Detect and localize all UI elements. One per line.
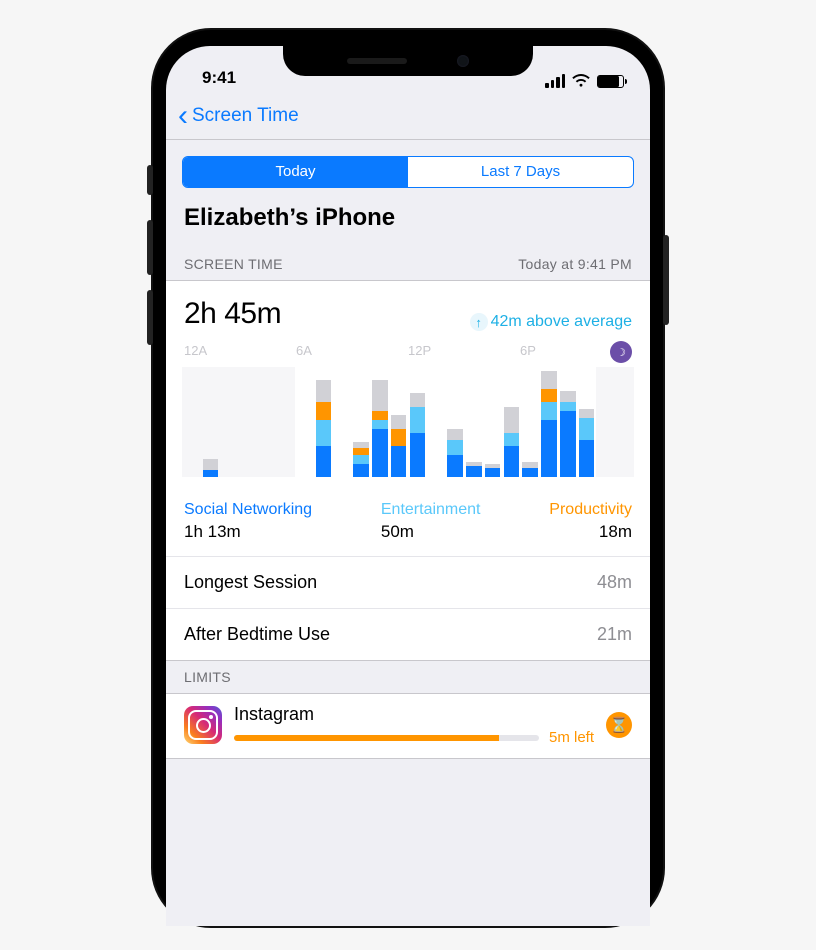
hour-bar bbox=[466, 367, 482, 477]
after-bedtime-label: After Bedtime Use bbox=[184, 624, 330, 645]
instagram-icon bbox=[184, 706, 222, 744]
bedtime-moon-icon: ☽ bbox=[610, 341, 632, 363]
power-button bbox=[663, 235, 669, 325]
device-name: Elizabeth’s iPhone bbox=[166, 200, 650, 248]
limit-app-name: Instagram bbox=[234, 704, 594, 725]
axis-tick: 6P bbox=[520, 343, 536, 358]
axis-tick: 6A bbox=[296, 343, 312, 358]
category-breakdown: Social Networking 1h 13m Entertainment 5… bbox=[166, 495, 650, 556]
notch bbox=[283, 46, 533, 76]
back-button[interactable]: ‹ Screen Time bbox=[178, 101, 299, 131]
after-bedtime-row[interactable]: After Bedtime Use 21m bbox=[166, 608, 650, 660]
hour-bar bbox=[579, 367, 595, 477]
hour-bar bbox=[334, 367, 350, 477]
hour-bar bbox=[447, 367, 463, 477]
tab-today[interactable]: Today bbox=[183, 157, 408, 187]
total-screen-time: 2h 45m bbox=[184, 297, 281, 331]
mute-switch bbox=[147, 165, 153, 195]
hour-bar bbox=[222, 367, 238, 477]
hour-bar bbox=[203, 367, 219, 477]
after-bedtime-value: 21m bbox=[597, 624, 632, 645]
phone-frame: 9:41 ‹ Screen Time Today Last 7 Days Eli… bbox=[153, 30, 663, 926]
battery-icon bbox=[597, 75, 624, 88]
category-social-label: Social Networking bbox=[184, 501, 312, 519]
axis-tick: 12A bbox=[184, 343, 207, 358]
screen-time-label: Screen Time bbox=[184, 256, 283, 272]
hour-bar bbox=[391, 367, 407, 477]
hour-bar bbox=[316, 367, 332, 477]
hour-bar bbox=[598, 367, 614, 477]
axis-tick: 12P bbox=[408, 343, 431, 358]
chevron-left-icon: ‹ bbox=[178, 101, 188, 131]
delta-vs-average: ↑ 42m above average bbox=[470, 313, 632, 331]
hour-bar bbox=[259, 367, 275, 477]
cellular-icon bbox=[545, 74, 565, 88]
limits-section-header: Limits bbox=[166, 661, 650, 693]
screen: 9:41 ‹ Screen Time Today Last 7 Days Eli… bbox=[166, 46, 650, 926]
hour-bar bbox=[184, 367, 200, 477]
limit-remaining: 5m left bbox=[549, 729, 594, 746]
hour-bar bbox=[522, 367, 538, 477]
longest-session-row[interactable]: Longest Session 48m bbox=[166, 556, 650, 608]
limit-progress-bar bbox=[234, 735, 539, 741]
wifi-icon bbox=[572, 74, 590, 88]
hour-bar bbox=[616, 367, 632, 477]
category-productivity-label: Productivity bbox=[549, 501, 632, 519]
volume-up-button bbox=[147, 220, 153, 275]
time-range-segmented: Today Last 7 Days bbox=[182, 156, 634, 188]
screen-time-section-header: Screen Time Today at 9:41 PM bbox=[166, 248, 650, 280]
hourglass-icon: ⌛ bbox=[606, 712, 632, 738]
hour-bar bbox=[353, 367, 369, 477]
tab-last-7-days[interactable]: Last 7 Days bbox=[408, 157, 633, 187]
hour-bar bbox=[297, 367, 313, 477]
hour-bar bbox=[410, 367, 426, 477]
back-label: Screen Time bbox=[192, 105, 299, 127]
limit-row-instagram[interactable]: Instagram 5m left ⌛ bbox=[166, 693, 650, 759]
longest-session-label: Longest Session bbox=[184, 572, 317, 593]
category-social-time: 1h 13m bbox=[184, 522, 312, 542]
hour-bar bbox=[504, 367, 520, 477]
nav-bar: ‹ Screen Time bbox=[166, 92, 650, 140]
screen-time-timestamp: Today at 9:41 PM bbox=[518, 256, 632, 272]
hour-bar bbox=[278, 367, 294, 477]
longest-session-value: 48m bbox=[597, 572, 632, 593]
status-time: 9:41 bbox=[202, 68, 236, 88]
category-productivity-time: 18m bbox=[599, 522, 632, 542]
hour-bar bbox=[560, 367, 576, 477]
volume-down-button bbox=[147, 290, 153, 345]
hour-bar bbox=[372, 367, 388, 477]
up-arrow-icon: ↑ bbox=[470, 313, 488, 331]
hourly-usage-chart: ☽ 12A 6A 12P 6P bbox=[184, 341, 632, 491]
category-entertainment-time: 50m bbox=[381, 522, 414, 542]
hour-bar bbox=[240, 367, 256, 477]
limits-label: Limits bbox=[184, 669, 231, 685]
category-entertainment-label: Entertainment bbox=[381, 501, 481, 519]
screen-time-card[interactable]: 2h 45m ↑ 42m above average ☽ 12A6A12P6P … bbox=[166, 280, 650, 661]
hour-bar bbox=[428, 367, 444, 477]
hour-bar bbox=[485, 367, 501, 477]
hour-bar bbox=[541, 367, 557, 477]
